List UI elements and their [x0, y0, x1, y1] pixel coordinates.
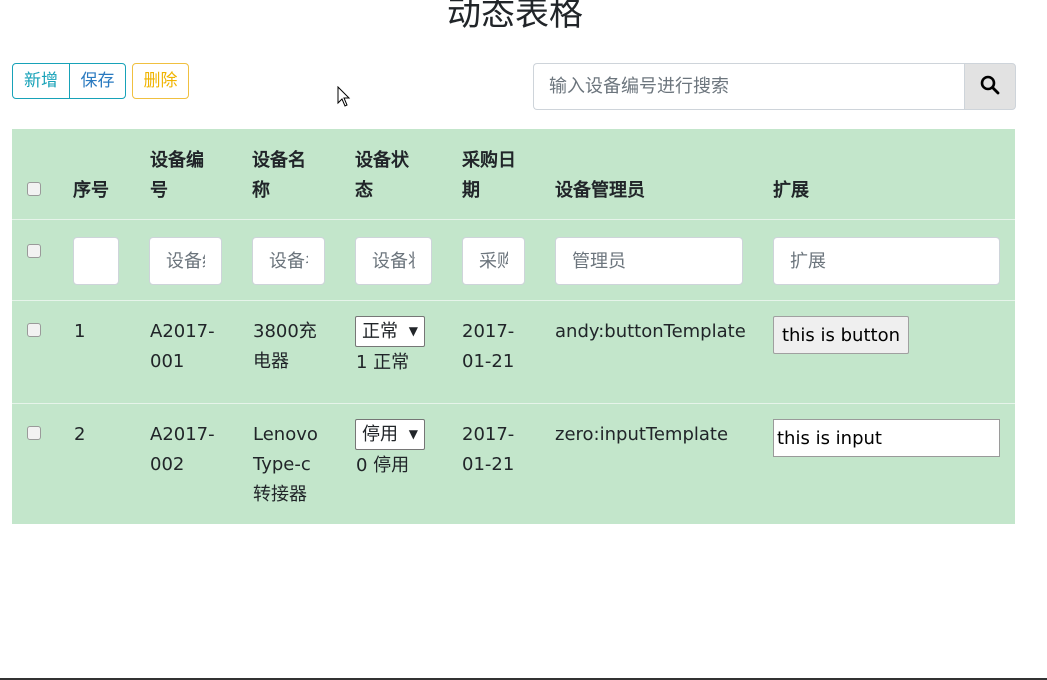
filter-extension-input[interactable] [773, 237, 1000, 285]
add-button[interactable]: 新增 [12, 63, 70, 99]
row-1-device-code: A2017- 001 [150, 321, 215, 372]
delete-button[interactable]: 删除 [132, 63, 189, 99]
header-device-code: 设备编号 [150, 150, 204, 201]
filter-row-checkbox[interactable] [27, 244, 41, 258]
header-purchase-date: 采购日期 [462, 150, 516, 201]
device-table: 序号 设备编号 设备名称 设备状态 采购日期 设备管理员 扩展 1 A2017-… [12, 129, 1015, 524]
row-2-device-code: A2017- 002 [150, 424, 215, 475]
row-2-manager: zero:inputTemplate [555, 424, 729, 445]
row-2-template-input[interactable] [773, 419, 1000, 457]
row-2-purchase-date: 2017- 01-21 [462, 424, 515, 475]
row-1-device-name: 3800充 电器 [253, 321, 317, 372]
row-divider [12, 300, 1015, 301]
row-1-checkbox[interactable] [27, 323, 41, 337]
mouse-cursor-icon [337, 86, 351, 107]
row-2-status-text: 0 停用 [356, 455, 410, 476]
page-title: 动态表格 [447, 0, 583, 34]
row-2-status-select[interactable]: 停用 ▼ [355, 419, 425, 450]
select-all-checkbox[interactable] [27, 182, 41, 196]
search-button[interactable] [964, 63, 1016, 110]
header-index: 序号 [73, 180, 109, 201]
row-1-status-selected: 正常 [362, 321, 398, 342]
filter-manager-input[interactable] [555, 237, 743, 285]
filter-device-status-input[interactable] [355, 237, 432, 285]
row-2-checkbox[interactable] [27, 426, 41, 440]
save-button[interactable]: 保存 [69, 63, 126, 99]
row-1-index: 1 [74, 321, 86, 342]
header-manager: 设备管理员 [555, 180, 645, 201]
row-1-manager: andy:buttonTemplate [555, 321, 746, 342]
row-1-purchase-date: 2017- 01-21 [462, 321, 515, 372]
search-input[interactable] [533, 63, 965, 110]
filter-index-input[interactable] [73, 237, 119, 285]
row-1-status-select[interactable]: 正常 ▼ [355, 316, 425, 347]
row-2-status-selected: 停用 [362, 424, 398, 445]
chevron-down-icon: ▼ [408, 324, 418, 338]
filter-device-name-input[interactable] [252, 237, 325, 285]
filter-device-code-input[interactable] [149, 237, 222, 285]
row-divider [12, 403, 1015, 404]
row-1-status-text: 1 正常 [356, 352, 410, 373]
row-divider [12, 219, 1015, 220]
search-icon [980, 75, 1000, 95]
header-device-name: 设备名称 [252, 150, 306, 201]
header-extension: 扩展 [773, 180, 809, 201]
row-2-device-name: Lenovo Type-c 转接器 [253, 424, 318, 505]
row-1-template-button[interactable]: this is button [773, 316, 909, 354]
row-2-index: 2 [74, 424, 86, 445]
chevron-down-icon: ▼ [408, 427, 418, 441]
header-device-status: 设备状态 [355, 150, 409, 201]
filter-purchase-date-input[interactable] [462, 237, 525, 285]
